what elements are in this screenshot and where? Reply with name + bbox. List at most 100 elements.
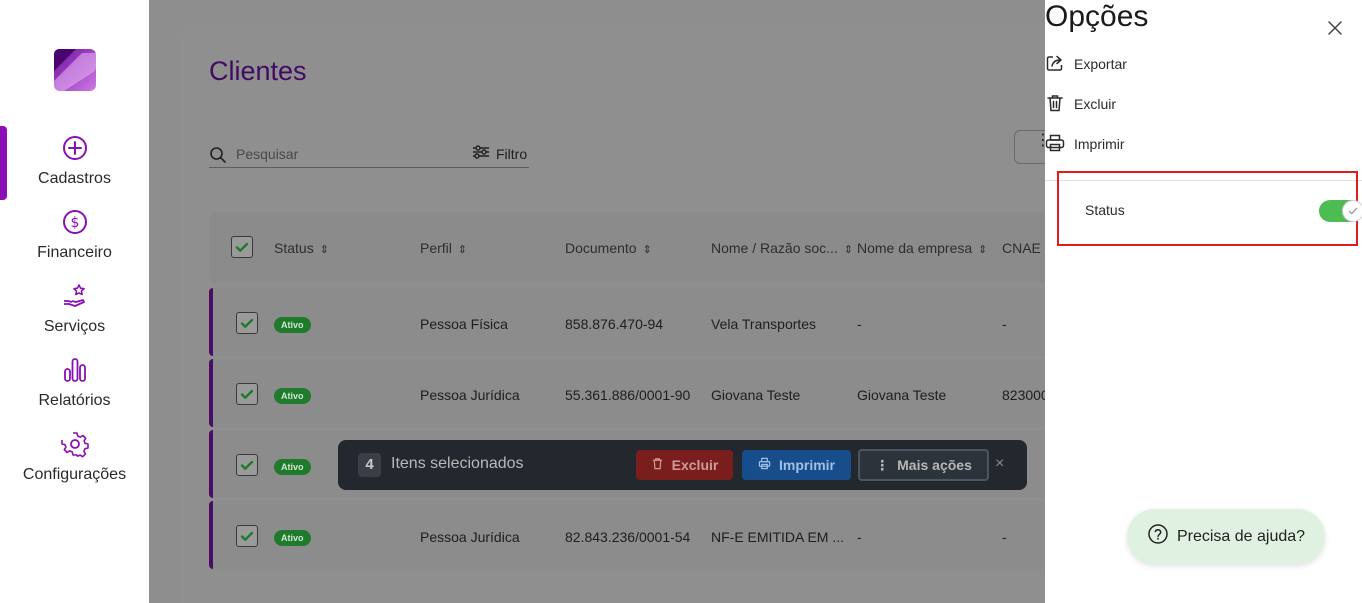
status-badge: Ativo: [274, 530, 311, 546]
selected-label: Itens selecionados: [391, 455, 524, 472]
column-header-nome[interactable]: Nome / Razão soc... ⇕: [711, 240, 853, 256]
more-actions-button[interactable]: ⋮ Mais ações: [858, 449, 989, 481]
printer-icon: [1045, 133, 1065, 156]
row-checkbox[interactable]: [236, 383, 258, 405]
cell-nome: Vela Transportes: [711, 316, 817, 332]
help-button[interactable]: Precisa de ajuda?: [1127, 509, 1325, 564]
bulk-action-bar: 4 Itens selecionados Excluir Imprimir ⋮ …: [338, 440, 1027, 490]
dollar-circle-icon: $: [61, 208, 89, 241]
column-label: Nome da empresa: [857, 240, 973, 256]
bulk-delete-button[interactable]: Excluir: [636, 450, 733, 480]
cell-nome: NF-E EMITIDA EM ...: [711, 529, 845, 545]
cell-nome: Giovana Teste: [711, 387, 801, 403]
column-label: Nome / Razão soc...: [711, 240, 838, 256]
cell-empresa: -: [857, 316, 862, 332]
svg-text:$: $: [70, 215, 79, 231]
bar-chart-icon: [61, 356, 89, 389]
cell-perfil: Pessoa Física: [420, 316, 508, 332]
sidebar-item-servicos[interactable]: Serviços: [0, 282, 149, 352]
status-badge: Ativo: [274, 459, 311, 475]
plus-circle-icon: [61, 134, 89, 167]
table-row[interactable]: Ativo Pessoa Jurídica 82.843.236/0001-54…: [209, 501, 1045, 569]
bulk-print-label: Imprimir: [778, 457, 835, 473]
sort-icon: ⇕: [319, 244, 329, 256]
sidebar-item-financeiro[interactable]: $ Financeiro: [0, 208, 149, 278]
cell-cnae: 823000: [1002, 387, 1045, 403]
drawer-title: Opções: [1045, 0, 1149, 33]
sidebar-item-relatorios[interactable]: Relatórios: [0, 356, 149, 426]
close-icon[interactable]: [1327, 20, 1343, 36]
app-logo[interactable]: [50, 47, 100, 93]
sidebar-item-label: Cadastros: [38, 170, 111, 187]
cell-documento: 55.361.886/0001-90: [565, 387, 691, 403]
sidebar-item-label: Serviços: [43, 318, 106, 335]
dots-vertical-icon: ⋮: [1035, 132, 1045, 149]
search-input[interactable]: Pesquisar: [236, 146, 298, 162]
cell-perfil: Pessoa Jurídica: [420, 529, 520, 545]
toggle-knob: [1342, 200, 1362, 222]
bulk-close-button[interactable]: ×: [995, 455, 1004, 473]
option-label: Excluir: [1074, 96, 1117, 112]
gear-icon: [60, 430, 89, 463]
cell-empresa: -: [857, 529, 862, 545]
filter-button[interactable]: Filtro: [472, 145, 527, 162]
sidebar-item-label: Relatórios: [38, 392, 111, 409]
sidebar-item-label: Financeiro: [37, 244, 112, 261]
sort-icon: ⇕: [642, 244, 652, 256]
option-delete[interactable]: Excluir: [1045, 92, 1116, 116]
select-all-checkbox[interactable]: [231, 236, 253, 258]
column-header-empresa[interactable]: Nome da empresa ⇕: [857, 240, 987, 256]
main-content: Clientes Pesquisar Filtro ⋮ Status ⇕ Perf…: [149, 0, 1045, 603]
check-icon: [1348, 207, 1358, 215]
column-label: Perfil: [420, 240, 452, 256]
bulk-print-button[interactable]: Imprimir: [742, 450, 851, 480]
status-badge: Ativo: [274, 388, 311, 404]
search-field[interactable]: Pesquisar Filtro: [209, 143, 529, 168]
hand-star-icon: [61, 282, 89, 315]
status-toggle[interactable]: [1319, 200, 1362, 222]
option-label: Imprimir: [1074, 136, 1125, 152]
column-header-status[interactable]: Status ⇕: [274, 240, 329, 256]
trash-icon: [1045, 93, 1065, 116]
sidebar: Cadastros $ Financeiro Serviços Relatóri…: [0, 0, 149, 603]
table-row[interactable]: Ativo Pessoa Jurídica 55.361.886/0001-90…: [209, 359, 1045, 427]
table-header: Status ⇕ Perfil ⇕ Documento ⇕ Nome / Razão …: [209, 212, 1045, 282]
column-label: Documento: [565, 240, 637, 256]
sidebar-item-cadastros[interactable]: Cadastros: [0, 134, 149, 204]
filter-label: Filtro: [496, 145, 528, 162]
cell-cnae: -: [1002, 529, 1007, 545]
column-header-cnae[interactable]: CNAE: [1002, 240, 1041, 256]
dots-vertical-icon: ⋮: [875, 456, 890, 473]
cell-documento: 858.876.470-94: [565, 316, 664, 332]
sort-icon: ⇕: [457, 244, 468, 256]
cell-cnae: -: [1002, 316, 1007, 332]
row-checkbox[interactable]: [236, 525, 258, 547]
option-export[interactable]: Exportar: [1045, 52, 1127, 76]
column-header-perfil[interactable]: Perfil ⇕: [420, 240, 467, 256]
status-badge: Ativo: [274, 317, 311, 333]
column-label: Status: [274, 240, 314, 256]
cell-perfil: Pessoa Jurídica: [420, 387, 520, 403]
cell-documento: 82.843.236/0001-54: [565, 529, 691, 545]
question-circle-icon: [1147, 523, 1169, 550]
option-print[interactable]: Imprimir: [1045, 132, 1125, 156]
row-checkbox[interactable]: [236, 454, 258, 476]
sidebar-item-configuracoes[interactable]: Configurações: [0, 430, 149, 500]
page-title: Clientes: [209, 56, 307, 86]
table-row[interactable]: Ativo Pessoa Física 858.876.470-94 Vela …: [209, 288, 1045, 356]
help-label: Precisa de ajuda?: [1176, 527, 1306, 545]
row-checkbox[interactable]: [236, 312, 258, 334]
column-label: CNAE: [1002, 240, 1041, 256]
printer-icon: [758, 457, 771, 473]
sort-icon: ⇕: [978, 244, 988, 256]
sort-icon: ⇕: [843, 244, 854, 256]
table-options-button[interactable]: ⋮: [1014, 130, 1045, 164]
option-label: Exportar: [1074, 56, 1127, 72]
bulk-delete-label: Excluir: [671, 457, 719, 473]
status-toggle-label: Status: [1085, 202, 1125, 218]
selected-count: 4: [358, 453, 381, 477]
search-icon: [209, 146, 227, 164]
cell-empresa: Giovana Teste: [857, 387, 947, 403]
trash-icon: [651, 457, 664, 473]
column-header-documento[interactable]: Documento ⇕: [565, 240, 652, 256]
